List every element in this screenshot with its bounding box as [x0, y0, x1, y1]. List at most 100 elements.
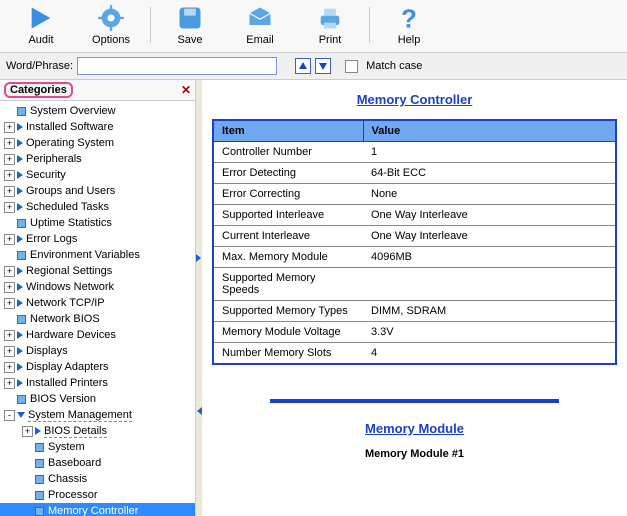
tree-item-label: BIOS Details [44, 425, 107, 438]
tree-item[interactable]: +Regional Settings [0, 263, 195, 279]
tree-item[interactable]: System Overview [0, 103, 195, 119]
audit-play-icon [27, 4, 55, 32]
toolbar-separator [369, 7, 370, 43]
folder-arrow-icon [17, 187, 23, 195]
categories-sidebar: Categories ✕ System Overview+Installed S… [0, 80, 196, 516]
tree-item[interactable]: +Displays [0, 343, 195, 359]
tree-item[interactable]: System [0, 439, 195, 455]
tree-item[interactable]: Processor [0, 487, 195, 503]
tree-item-label: Network TCP/IP [26, 297, 105, 309]
folder-arrow-icon [35, 427, 41, 435]
memory-controller-table: Item Value Controller Number1Error Detec… [212, 119, 617, 365]
tree-item[interactable]: Baseboard [0, 455, 195, 471]
expand-icon[interactable]: + [4, 154, 15, 165]
save-button[interactable]: Save [155, 2, 225, 48]
category-tree[interactable]: System Overview+Installed Software+Opera… [0, 101, 195, 516]
tree-item[interactable]: + Operating System [0, 135, 195, 151]
expand-placeholder [4, 314, 15, 325]
tree-item[interactable]: +Installed Software [0, 119, 195, 135]
tree-item[interactable]: +Peripherals [0, 151, 195, 167]
expand-icon[interactable]: + [4, 298, 15, 309]
sidebar-close-button[interactable]: ✕ [181, 83, 191, 97]
cell-item: Supported Interleave [213, 205, 363, 226]
expand-placeholder [22, 474, 33, 485]
tree-item[interactable]: + Windows Network [0, 279, 195, 295]
expand-placeholder [22, 442, 33, 453]
cell-value: 1 [363, 142, 616, 163]
expand-icon[interactable]: + [4, 234, 15, 245]
save-label: Save [177, 34, 202, 46]
print-button[interactable]: Print [295, 2, 365, 48]
expand-icon[interactable]: + [4, 122, 15, 133]
match-case-checkbox[interactable] [345, 60, 358, 73]
expand-icon[interactable]: + [4, 186, 15, 197]
expand-icon[interactable]: + [4, 346, 15, 357]
item-square-icon [35, 491, 44, 500]
tree-item[interactable]: + Network TCP/IP [0, 295, 195, 311]
tree-item[interactable]: BIOS Version [0, 391, 195, 407]
expand-placeholder [22, 490, 33, 501]
section-title-memory-controller: Memory Controller [212, 92, 617, 107]
tree-item[interactable]: Uptime Statistics [0, 215, 195, 231]
expand-icon[interactable]: + [22, 426, 33, 437]
expand-icon[interactable]: + [4, 138, 15, 149]
tree-item[interactable]: + Security [0, 167, 195, 183]
item-square-icon [17, 251, 26, 260]
expand-icon[interactable]: + [4, 170, 15, 181]
tree-item-label: Processor [48, 489, 98, 501]
collapse-icon[interactable]: - [4, 410, 15, 421]
table-row: Error CorrectingNone [213, 184, 616, 205]
arrow-up-icon [298, 61, 308, 71]
tree-item[interactable]: + BIOS Details [0, 423, 195, 439]
tree-item-label: Environment Variables [30, 249, 140, 261]
cell-item: Number Memory Slots [213, 343, 363, 365]
folder-arrow-icon [17, 171, 23, 179]
expand-icon[interactable]: + [4, 330, 15, 341]
tree-item[interactable]: +Scheduled Tasks [0, 199, 195, 215]
tree-item[interactable]: +Hardware Devices [0, 327, 195, 343]
tree-item-label: Operating System [26, 137, 114, 149]
folder-arrow-icon [17, 203, 23, 211]
folder-arrow-icon [17, 123, 23, 131]
sidebar-title: Categories [4, 82, 73, 98]
audit-button[interactable]: Audit [6, 2, 76, 48]
tree-item[interactable]: Chassis [0, 471, 195, 487]
cell-value [363, 268, 616, 301]
match-case-label: Match case [366, 60, 422, 72]
tree-item-label: Windows Network [26, 281, 114, 293]
item-square-icon [35, 459, 44, 468]
section-title-memory-module: Memory Module [212, 421, 617, 436]
tree-item[interactable]: + Groups and Users [0, 183, 195, 199]
cell-item: Supported Memory Speeds [213, 268, 363, 301]
expand-icon[interactable]: + [4, 202, 15, 213]
item-square-icon [35, 507, 44, 516]
folder-arrow-icon [17, 347, 23, 355]
tree-item[interactable]: +Display Adapters [0, 359, 195, 375]
tree-item-label: Security [26, 169, 66, 181]
tree-item-label: BIOS Version [30, 393, 96, 405]
search-input[interactable] [77, 57, 277, 75]
search-next-button[interactable] [315, 58, 331, 74]
col-value: Value [363, 120, 616, 142]
tree-item-label: Uptime Statistics [30, 217, 112, 229]
search-prev-button[interactable] [295, 58, 311, 74]
expand-icon[interactable]: + [4, 282, 15, 293]
email-button[interactable]: Email [225, 2, 295, 48]
tree-item[interactable]: Environment Variables [0, 247, 195, 263]
folder-arrow-icon [17, 267, 23, 275]
tree-item[interactable]: +Error Logs [0, 231, 195, 247]
item-square-icon [35, 475, 44, 484]
help-button[interactable]: ? Help [374, 2, 444, 48]
expand-icon[interactable]: + [4, 266, 15, 277]
tree-item-label: Groups and Users [26, 185, 115, 197]
folder-arrow-icon [17, 331, 23, 339]
item-square-icon [17, 107, 26, 116]
options-button[interactable]: Options [76, 2, 146, 48]
expand-icon[interactable]: + [4, 378, 15, 389]
tree-item[interactable]: -System Management [0, 407, 195, 423]
email-label: Email [246, 34, 274, 46]
tree-item[interactable]: +Installed Printers [0, 375, 195, 391]
cell-item: Error Detecting [213, 163, 363, 184]
tree-item[interactable]: Network BIOS [0, 311, 195, 327]
expand-icon[interactable]: + [4, 362, 15, 373]
